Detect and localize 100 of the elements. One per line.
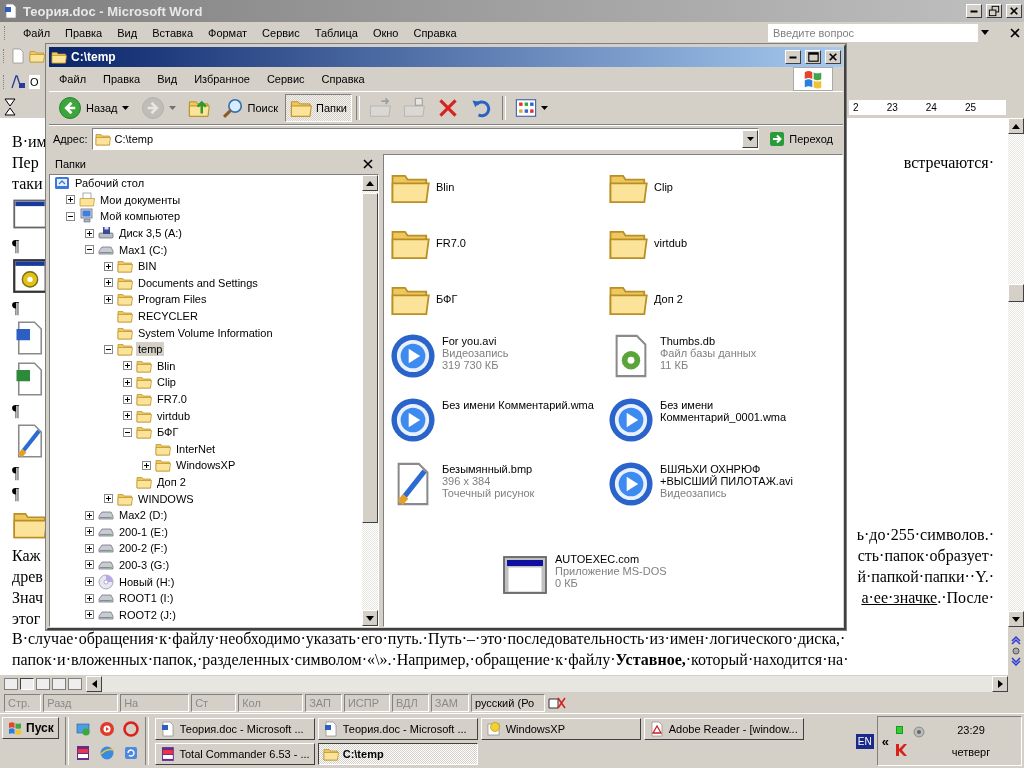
expand-icon[interactable]	[103, 294, 113, 304]
menu-item[interactable]: Правка	[65, 27, 103, 39]
file-name[interactable]: For you.avi	[442, 335, 602, 347]
tree-item[interactable]: ROOT2 (J:)	[117, 607, 178, 622]
menu-item[interactable]: Правка	[103, 73, 141, 85]
menu-item[interactable]: Окно	[372, 27, 399, 39]
menu-item[interactable]: Вид	[157, 73, 178, 85]
volume-icon[interactable]	[911, 724, 927, 740]
taskbar-button[interactable]: Теория.doc - Microsoft ...	[317, 717, 478, 740]
tree-item[interactable]: WINDOWS	[136, 491, 196, 506]
tree-item[interactable]: ROOT1 (I:)	[117, 591, 176, 606]
folders-button[interactable]: Папки	[285, 94, 352, 122]
expand-icon[interactable]	[122, 377, 132, 387]
taskbar-button[interactable]: C:\temp	[317, 742, 478, 765]
media-file-icon[interactable]	[390, 397, 436, 443]
expand-icon[interactable]	[103, 261, 113, 271]
expand-icon[interactable]	[103, 494, 113, 504]
expand-icon[interactable]	[84, 527, 94, 537]
outline-view-icon[interactable]	[52, 678, 66, 690]
expand-icon[interactable]	[122, 361, 132, 371]
language-indicator[interactable]: EN	[855, 733, 874, 749]
search-button[interactable]: Поиск	[216, 94, 283, 122]
tree-item[interactable]: InterNet	[174, 441, 218, 456]
menu-item[interactable]: Сервис	[266, 73, 305, 85]
file-name[interactable]: AUTOEXEC.com	[555, 553, 715, 565]
taskbar-button[interactable]: WindowsXP	[480, 717, 641, 740]
tree-item[interactable]: Documents and Settings	[136, 275, 260, 290]
collapse-icon[interactable]	[103, 344, 113, 354]
caret-icon[interactable]	[981, 30, 989, 36]
menu-item[interactable]: Вставка	[152, 27, 193, 39]
tree-item[interactable]: Рабочий стол	[73, 176, 147, 191]
file-name[interactable]: БФГ	[436, 293, 586, 305]
show-hidden-icons-button[interactable]: «	[881, 733, 889, 749]
tree-item[interactable]: Clip	[155, 375, 178, 390]
minimize-button[interactable]	[785, 50, 801, 64]
scroll-thumb[interactable]	[362, 193, 378, 523]
tree-item[interactable]: Max1 (C:)	[117, 242, 170, 257]
help-search-field[interactable]: Введите вопрос	[768, 24, 978, 42]
file-name[interactable]: Blin	[436, 181, 586, 193]
expand-icon[interactable]	[65, 195, 75, 205]
style-field[interactable]: О	[29, 75, 40, 89]
address-field[interactable]: C:\temp	[91, 128, 760, 150]
expand-icon[interactable]	[103, 278, 113, 288]
file-name[interactable]: FR7.0	[436, 237, 586, 249]
vertical-scrollbar[interactable]	[362, 175, 378, 626]
collapse-icon[interactable]	[122, 427, 132, 437]
tree-item[interactable]: System Volume Information	[136, 325, 275, 340]
horizontal-scrollbar[interactable]	[86, 676, 1008, 692]
restore-button[interactable]	[986, 4, 1002, 18]
taskbar-button[interactable]: Adobe Reader - [window...	[643, 717, 804, 740]
expand-icon[interactable]	[84, 593, 94, 603]
expand-icon[interactable]	[122, 394, 132, 404]
file-name[interactable]: Безымянный.bmp	[442, 463, 602, 475]
collapse-icon[interactable]	[65, 212, 75, 221]
quick-launch-icon[interactable]	[98, 721, 115, 737]
file-name[interactable]: Clip	[654, 181, 804, 193]
tree-item[interactable]: Мои документы	[98, 192, 183, 207]
tree-item[interactable]: Новый (H:)	[117, 574, 177, 589]
expand-icon[interactable]	[84, 510, 94, 520]
expand-icon[interactable]	[84, 543, 94, 553]
start-button[interactable]: Пуск	[2, 717, 59, 739]
back-button[interactable]: Назад	[53, 94, 134, 122]
expand-icon[interactable]	[122, 411, 132, 421]
vertical-scrollbar[interactable]	[1008, 118, 1024, 675]
styles-icon[interactable]	[10, 74, 26, 90]
menu-item[interactable]: Сервис	[262, 27, 300, 39]
tree-item[interactable]: БФГ	[155, 425, 181, 440]
indent-marker-icon[interactable]	[4, 98, 16, 116]
tree-item[interactable]: BIN	[136, 259, 159, 274]
taskbar-button[interactable]: Теория.doc - Microsoft ...	[154, 717, 315, 740]
file-name[interactable]: Без имени Комментарий.wma	[442, 399, 602, 411]
tree-item[interactable]: Диск 3,5 (A:)	[117, 226, 185, 241]
expand-icon[interactable]	[84, 560, 94, 570]
expand-icon[interactable]	[84, 577, 94, 587]
tree-item[interactable]: 200-1 (E:)	[117, 524, 170, 539]
web-view-icon[interactable]	[20, 678, 34, 690]
tree-item[interactable]: Blin	[155, 358, 178, 373]
tree-item[interactable]: FR7.0	[155, 392, 189, 406]
menu-item[interactable]: Справка	[321, 73, 365, 85]
antivirus-icon[interactable]	[893, 742, 909, 758]
menu-item[interactable]: Вид	[117, 27, 138, 39]
file-name[interactable]: Без имени Комментарий_0001.wma	[660, 399, 820, 423]
taskbar-button[interactable]: Total Commander 6.53 - ...	[154, 742, 315, 765]
close-icon[interactable]	[363, 159, 373, 169]
file-name[interactable]: Thumbs.db	[660, 335, 820, 347]
tree-item[interactable]: Max2 (D:)	[117, 508, 170, 523]
quick-launch-icon[interactable]	[74, 745, 91, 761]
minimize-button[interactable]	[966, 4, 982, 18]
reading-view-icon[interactable]	[68, 678, 82, 690]
menu-item[interactable]: Справка	[413, 27, 457, 39]
tree-item[interactable]: RECYCLER	[136, 309, 200, 324]
expand-icon[interactable]	[84, 610, 94, 620]
menu-item[interactable]: Формат	[208, 27, 248, 39]
menu-item[interactable]: Файл	[59, 73, 87, 85]
menu-item[interactable]: Избранное	[194, 73, 250, 85]
expand-icon[interactable]	[141, 460, 151, 470]
file-name[interactable]: virtdub	[654, 237, 804, 249]
tree-item[interactable]: 200-3 (G:)	[117, 557, 172, 572]
tree-item[interactable]: Program Files	[136, 292, 209, 307]
media-file-icon[interactable]	[608, 397, 654, 443]
